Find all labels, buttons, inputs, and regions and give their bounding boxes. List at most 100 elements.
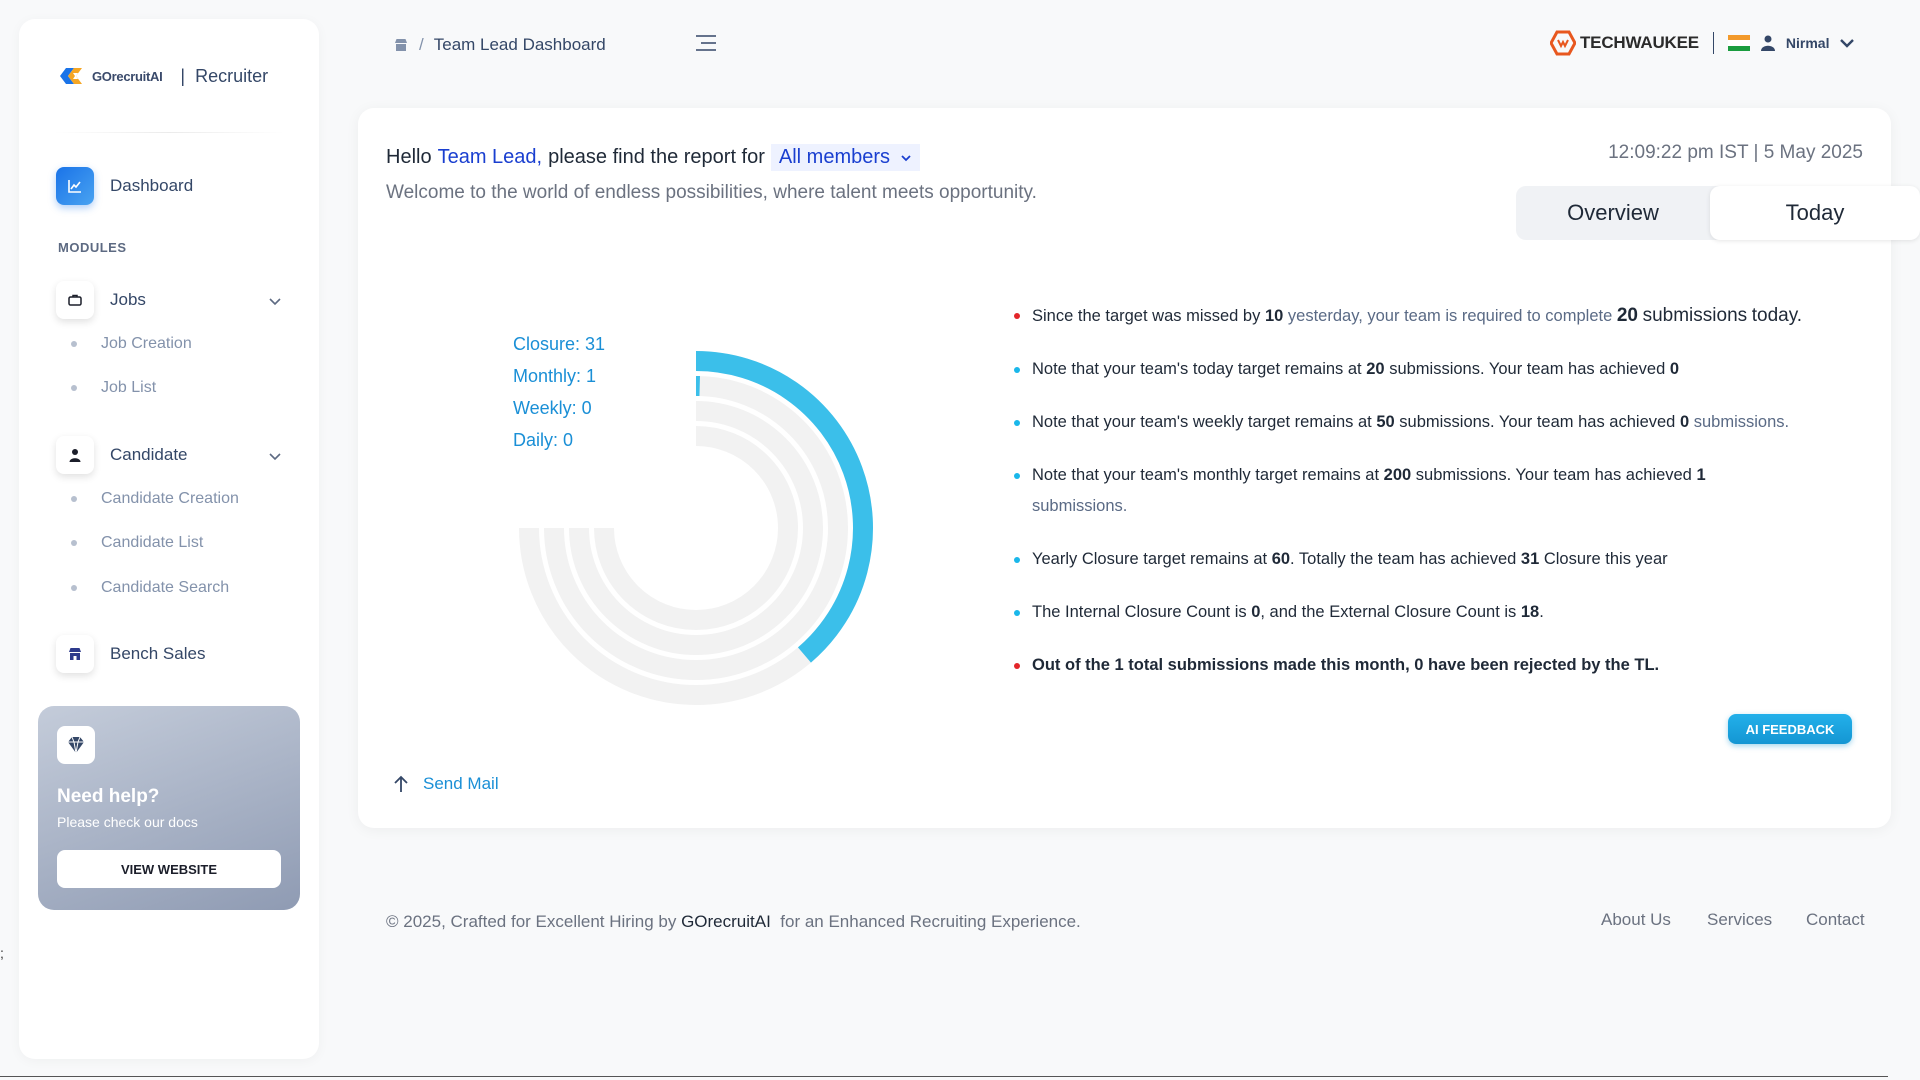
legend-label-monthly: Monthly: 1 bbox=[513, 366, 597, 386]
brand[interactable]: GOrecruitAI | Recruiter bbox=[54, 65, 268, 87]
note-value: 0 bbox=[1669, 360, 1680, 378]
note-text: Note that your team's today target remai… bbox=[1032, 360, 1362, 378]
note-text: submissions. bbox=[1032, 497, 1128, 515]
footer-link-contact[interactable]: Contact bbox=[1806, 910, 1865, 930]
bullet-dot bbox=[71, 585, 77, 591]
chevron-down-icon bbox=[901, 154, 911, 161]
note-text: Note that your team's monthly target rem… bbox=[1032, 466, 1380, 484]
breadcrumb: / Team Lead Dashboard bbox=[393, 35, 606, 55]
note-text: Out of the 1 total submissions made this… bbox=[1032, 656, 1660, 674]
bullet-dot bbox=[71, 540, 77, 546]
tab-today[interactable]: Today bbox=[1710, 186, 1920, 240]
help-subtitle: Please check our docs bbox=[57, 814, 198, 830]
sidebar-item-candidate[interactable]: Candidate bbox=[56, 436, 188, 474]
bullet-dot bbox=[71, 385, 77, 391]
sidebar-item-dashboard[interactable]: Dashboard bbox=[56, 167, 193, 205]
greeting-name: Team Lead, bbox=[437, 146, 543, 168]
footer-text: for an Enhanced Recruiting Experience. bbox=[780, 912, 1081, 931]
sidebar-subitem-candidate-search[interactable]: Candidate Search bbox=[71, 579, 229, 597]
ai-feedback-button[interactable]: AI FEEDBACK bbox=[1728, 714, 1852, 744]
note-value: 18 bbox=[1520, 603, 1540, 621]
note-value: 20 bbox=[1616, 305, 1638, 326]
breadcrumb-separator: / bbox=[419, 35, 424, 54]
sidebar-subitem-candidate-list[interactable]: Candidate List bbox=[71, 534, 203, 552]
note-missed-target: Since the target was missed by 10 yester… bbox=[1014, 300, 1864, 332]
bullet-dot bbox=[71, 496, 77, 502]
chevron-down-icon[interactable] bbox=[1839, 37, 1855, 49]
sidebar-subitem-job-list[interactable]: Job List bbox=[71, 379, 156, 397]
view-tabs: Overview Today bbox=[1516, 186, 1920, 240]
note-weekly-target: Note that your team's weekly target rema… bbox=[1014, 407, 1864, 438]
tab-overview[interactable]: Overview bbox=[1516, 186, 1710, 240]
chevron-down-icon[interactable] bbox=[267, 448, 283, 464]
note-text: . bbox=[1539, 603, 1544, 621]
report-card: Hello Team Lead, please find the report … bbox=[358, 108, 1920, 828]
note-value: 10 bbox=[1264, 307, 1284, 325]
footer-brand[interactable]: GOrecruitAI bbox=[681, 912, 771, 931]
member-filter-value: All members bbox=[778, 146, 891, 168]
greeting: Hello Team Lead, please find the report … bbox=[386, 144, 921, 171]
subitem-label: Candidate Search bbox=[101, 579, 230, 596]
note-value: 1 bbox=[1696, 466, 1706, 484]
chart-legend: Closure: 31 Monthly: 1 Weekly: 0 Daily: 0 bbox=[513, 328, 605, 456]
logo-text: GOrecruitAI bbox=[92, 68, 163, 84]
note-value: 20 bbox=[1366, 360, 1385, 378]
help-title: Need help? bbox=[57, 786, 160, 807]
note-text: Closure this year bbox=[1543, 550, 1668, 568]
sidebar-subitem-candidate-creation[interactable]: Candidate Creation bbox=[71, 490, 239, 508]
greeting-suffix: please find the report for bbox=[548, 146, 765, 168]
note-value: 31 bbox=[1520, 550, 1540, 568]
sidebar-subitem-job-creation[interactable]: Job Creation bbox=[71, 335, 192, 353]
sidebar-item-jobs[interactable]: Jobs bbox=[56, 281, 146, 319]
store-icon bbox=[56, 635, 94, 673]
note-yearly-closure: Yearly Closure target remains at 60. Tot… bbox=[1014, 544, 1864, 575]
menu-toggle-icon[interactable] bbox=[695, 34, 717, 52]
note-text: Since the target was missed by bbox=[1032, 307, 1261, 325]
sidebar-divider bbox=[53, 132, 285, 133]
send-mail-label: Send Mail bbox=[423, 774, 499, 793]
note-text: Yearly Closure target remains at bbox=[1032, 550, 1268, 568]
note-value: 0 bbox=[1251, 603, 1261, 621]
help-card: Need help? Please check our docs VIEW WE… bbox=[38, 706, 300, 910]
note-text: submissions. Your team has achieved bbox=[1415, 466, 1692, 484]
welcome-text: Welcome to the world of endless possibil… bbox=[386, 182, 1037, 203]
note-text: . Totally the team has achieved bbox=[1290, 550, 1517, 568]
member-filter-select[interactable]: All members bbox=[770, 144, 921, 171]
note-text: submissions. Your team has achieved bbox=[1389, 360, 1666, 378]
note-monthly-target: Note that your team's monthly target rem… bbox=[1014, 460, 1864, 522]
india-flag-icon[interactable] bbox=[1727, 35, 1750, 51]
view-website-button[interactable]: VIEW WEBSITE bbox=[57, 850, 281, 888]
sidebar-item-label: Candidate bbox=[110, 445, 188, 464]
brand-role: Recruiter bbox=[195, 65, 269, 86]
note-today-target: Note that your team's today target remai… bbox=[1014, 354, 1864, 385]
techwaukee-logo-icon bbox=[1550, 30, 1576, 56]
chevron-down-icon[interactable] bbox=[267, 293, 283, 309]
page-title: Team Lead Dashboard bbox=[433, 35, 606, 54]
bottom-divider bbox=[0, 1076, 1888, 1077]
footer-link-about[interactable]: About Us bbox=[1601, 910, 1671, 930]
user-name[interactable]: Nirmal bbox=[1786, 35, 1830, 51]
chart-line-icon bbox=[56, 167, 94, 205]
legend-label-weekly: Weekly: 0 bbox=[513, 398, 592, 418]
note-closure-count: The Internal Closure Count is 0, and the… bbox=[1014, 597, 1864, 628]
report-notes: Since the target was missed by 10 yester… bbox=[1014, 300, 1864, 703]
note-text: Note that your team's weekly target rema… bbox=[1032, 413, 1372, 431]
legend-label-closure: Closure: 31 bbox=[513, 334, 606, 354]
person-icon bbox=[56, 436, 94, 474]
note-text: , and the External Closure Count is bbox=[1260, 603, 1517, 621]
header-right: TECHWAUKEE Nirmal bbox=[1550, 30, 1855, 56]
header-separator bbox=[1712, 32, 1714, 54]
modules-heading: MODULES bbox=[58, 240, 127, 255]
stray-text: ; bbox=[0, 945, 4, 961]
home-icon[interactable] bbox=[393, 38, 409, 52]
briefcase-icon bbox=[56, 281, 94, 319]
note-rejections: Out of the 1 total submissions made this… bbox=[1014, 650, 1864, 681]
sidebar-item-bench-sales[interactable]: Bench Sales bbox=[56, 635, 205, 673]
send-mail-link[interactable]: Send Mail bbox=[393, 774, 499, 794]
note-text: yesterday, your team is required to comp… bbox=[1287, 307, 1613, 325]
radial-track-weekly bbox=[569, 401, 823, 655]
footer-link-services[interactable]: Services bbox=[1707, 910, 1772, 930]
subitem-label: Candidate Creation bbox=[101, 490, 239, 507]
footer-copyright: © 2025, Crafted for Excellent Hiring by … bbox=[386, 912, 1081, 932]
user-icon[interactable] bbox=[1760, 34, 1776, 52]
